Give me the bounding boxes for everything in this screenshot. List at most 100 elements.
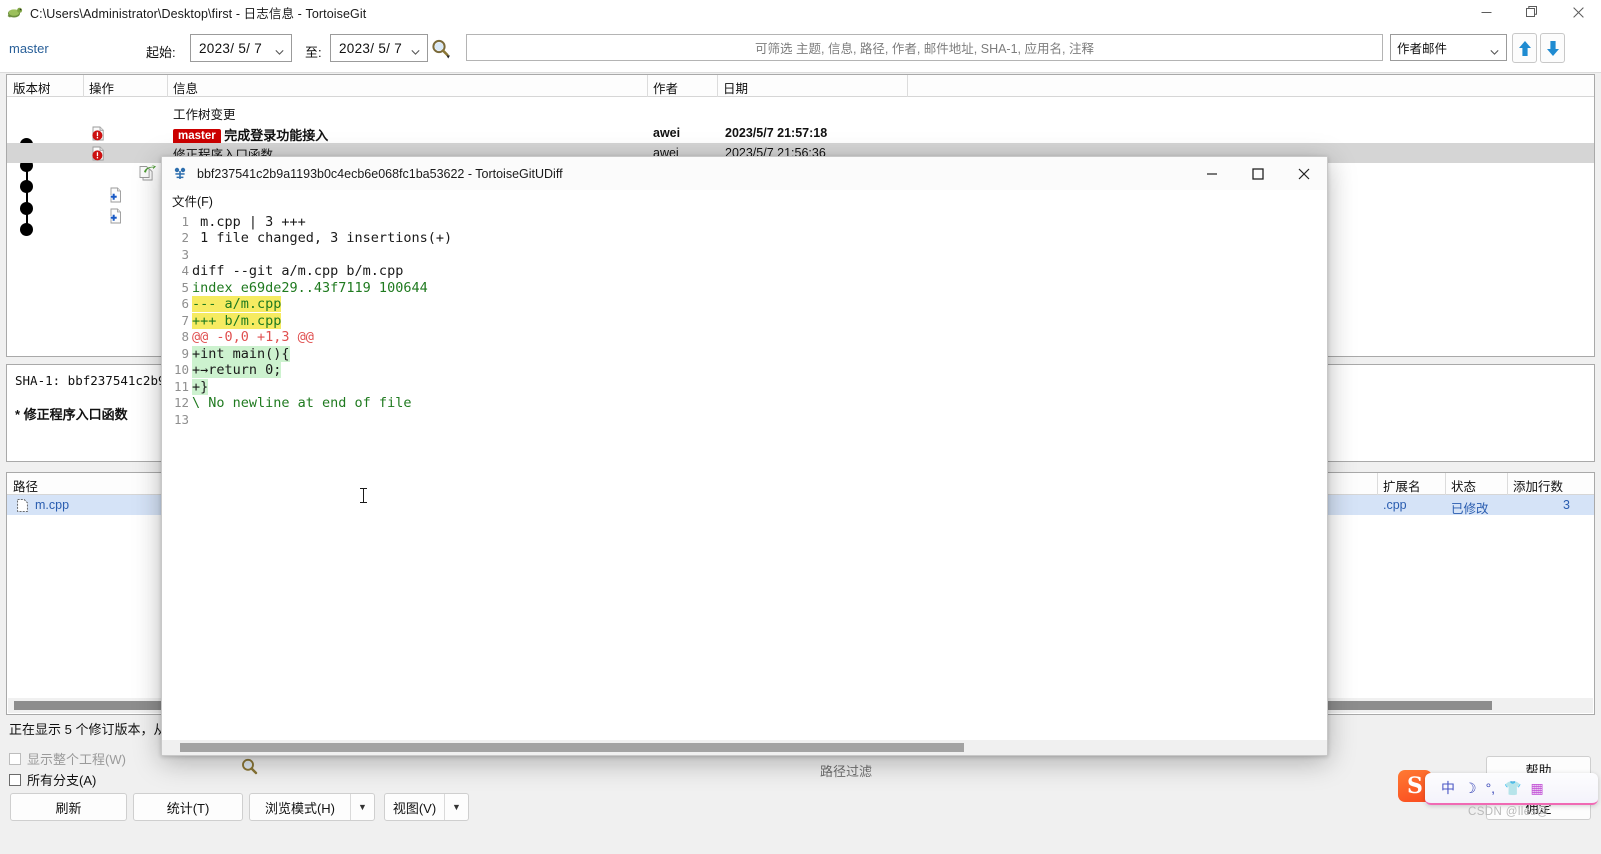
minimize-button[interactable] — [1463, 0, 1509, 24]
menu-item-file[interactable]: 文件(F) — [172, 191, 213, 210]
to-date-value: 2023/ 5/ 7 — [339, 40, 403, 56]
line-number: 3 — [181, 247, 189, 262]
udiff-menubar: 文件(F) — [162, 190, 1327, 210]
udiff-titlebar: bbf237541c2b9a1193b0c4ecb6e068fc1ba53622… — [162, 157, 1327, 190]
sort-ascending-button[interactable] — [1512, 33, 1537, 63]
diff-line: @@ -0,0 +1,3 @@ — [192, 329, 314, 345]
line-number: 13 — [173, 412, 189, 427]
refresh-button-label: 刷新 — [55, 800, 82, 816]
diff-line: +++ b/m.cpp — [192, 313, 282, 329]
chevron-down-icon[interactable]: ▼ — [445, 802, 468, 812]
refresh-button[interactable]: 刷新 — [10, 793, 127, 821]
table-row[interactable]: master 完成登录功能接入 awei 2023/5/7 21:57:18 — [7, 123, 1594, 145]
column-header-status[interactable]: 状态 — [1445, 476, 1513, 495]
from-date-value: 2023/ 5/ 7 — [199, 40, 263, 56]
ime-toolbox-icon[interactable]: ▦ — [1531, 780, 1544, 797]
close-button[interactable] — [1555, 0, 1601, 24]
maximize-restore-button[interactable] — [1509, 0, 1555, 24]
author-email-select[interactable]: 作者邮件 — [1390, 34, 1507, 61]
search-icon[interactable] — [430, 38, 454, 60]
author-email-value: 作者邮件 — [1397, 42, 1448, 56]
udiff-window-controls — [1189, 157, 1327, 190]
sogou-ime-toolbar[interactable]: 中 ☽ °, 👕 ▦ — [1425, 773, 1598, 805]
column-header-date[interactable]: 日期 — [717, 78, 913, 97]
view-button[interactable]: 视图(V) ▼ — [384, 793, 469, 821]
statistics-button-label: 统计(T) — [166, 800, 210, 816]
udiff-minimize-button[interactable] — [1189, 157, 1235, 190]
ime-punctuation-icon[interactable]: °, — [1486, 780, 1496, 796]
line-number: 9 — [181, 346, 189, 361]
diff-line: --- a/m.cpp — [192, 296, 282, 312]
column-header-revtree[interactable]: 版本树 — [7, 78, 89, 97]
diff-line: \ No newline at end of file — [192, 395, 412, 411]
column-header-action[interactable]: 操作 — [83, 78, 173, 97]
column-separator[interactable] — [907, 75, 908, 97]
log-author: awei — [653, 126, 681, 140]
udiff-close-button[interactable] — [1281, 157, 1327, 190]
show-whole-project-checkbox[interactable]: 显示整个工程(W) — [9, 749, 126, 768]
text-cursor — [360, 488, 367, 503]
csdn-watermark: CSDN @lles@ — [1468, 806, 1549, 818]
checkbox-label: 显示整个工程(W) — [27, 752, 126, 767]
column-header-author[interactable]: 作者 — [647, 78, 723, 97]
line-number: 6 — [181, 296, 189, 311]
table-row[interactable]: 工作树变更 — [7, 103, 1594, 123]
all-branches-checkbox[interactable]: 所有分支(A) — [9, 770, 96, 789]
diff-line: diff --git a/m.cpp b/m.cpp — [192, 263, 404, 279]
file-added-lines: 3 — [1563, 498, 1570, 512]
line-number: 2 — [181, 230, 189, 245]
file-status: 已修改 — [1451, 502, 1489, 516]
browse-mode-label: 浏览模式(H) — [264, 800, 336, 816]
window-controls — [1463, 0, 1601, 24]
log-message: 工作树变更 — [173, 107, 236, 122]
file-extension: .cpp — [1383, 498, 1407, 512]
line-number: 11 — [173, 379, 189, 394]
branch-tag-and-message: master 完成登录功能接入 — [173, 125, 328, 145]
udiff-maximize-button[interactable] — [1235, 157, 1281, 190]
filter-input[interactable]: 可筛选 主题, 信息, 路径, 作者, 邮件地址, SHA-1, 应用名, 注释 — [466, 34, 1383, 61]
from-date-label: 起始: — [146, 45, 176, 60]
diff-line: +→return 0; — [192, 362, 282, 378]
line-number-gutter: 1 2 3 4 5 6 7 8 9 10 11 12 13 — [162, 210, 192, 740]
file-icon — [17, 499, 28, 512]
udiff-window-title: bbf237541c2b9a1193b0c4ecb6e068fc1ba53622… — [197, 166, 563, 181]
line-number: 10 — [173, 362, 189, 377]
from-date-combo[interactable]: 2023/ 5/ 7 — [190, 34, 292, 62]
diff-line: +} — [192, 379, 209, 395]
chevron-down-icon — [411, 44, 420, 55]
path-filter-search-icon[interactable] — [240, 757, 260, 777]
diff-line: m.cpp | 3 +++ — [192, 214, 306, 230]
diff-line: +int main(){ — [192, 346, 290, 362]
browse-mode-button[interactable]: 浏览模式(H) ▼ — [249, 793, 375, 821]
to-date-combo[interactable]: 2023/ 5/ 7 — [330, 34, 428, 62]
arrow-up-icon — [1518, 40, 1531, 56]
column-header-message[interactable]: 信息 — [167, 78, 653, 97]
tortoisegit-app-icon — [7, 4, 23, 20]
udiff-horizontal-scrollbar[interactable] — [162, 740, 1327, 755]
statistics-button[interactable]: 统计(T) — [133, 793, 243, 821]
line-number: 12 — [173, 395, 189, 410]
commit-message: * 修正程序入口函数 — [15, 407, 128, 422]
current-branch-label[interactable]: master — [9, 41, 49, 56]
checkbox-label: 所有分支(A) — [27, 773, 97, 788]
main-window-title: C:\Users\Administrator\Desktop\first - 日… — [30, 6, 367, 21]
udiff-text-area[interactable]: 1 2 3 4 5 6 7 8 9 10 11 12 13 m.cpp | 3 … — [162, 210, 1327, 740]
chevron-down-icon — [275, 44, 284, 55]
chevron-down-icon[interactable]: ▼ — [351, 802, 374, 812]
ime-language-icon[interactable]: 中 — [1441, 778, 1455, 798]
view-label: 视图(V) — [392, 800, 437, 816]
path-filter-label: 路径过滤 — [820, 764, 873, 779]
ime-moon-icon[interactable]: ☽ — [1464, 780, 1477, 797]
sort-descending-button[interactable] — [1540, 33, 1565, 63]
diff-line: 1 file changed, 3 insertions(+) — [192, 230, 453, 246]
file-path: m.cpp — [35, 498, 70, 512]
checkbox-box — [9, 752, 21, 765]
line-number: 7 — [181, 313, 189, 328]
scrollbar-thumb[interactable] — [180, 743, 964, 752]
ime-skin-icon[interactable]: 👕 — [1504, 780, 1521, 797]
status-bar-text: 正在显示 5 个修订版本，从 — [9, 722, 167, 737]
column-header-added-lines[interactable]: 添加行数 — [1507, 476, 1593, 495]
added-icon — [107, 187, 123, 208]
log-column-headers: 版本树 操作 信息 作者 日期 — [7, 75, 1594, 97]
column-header-extension[interactable]: 扩展名 — [1377, 476, 1451, 495]
